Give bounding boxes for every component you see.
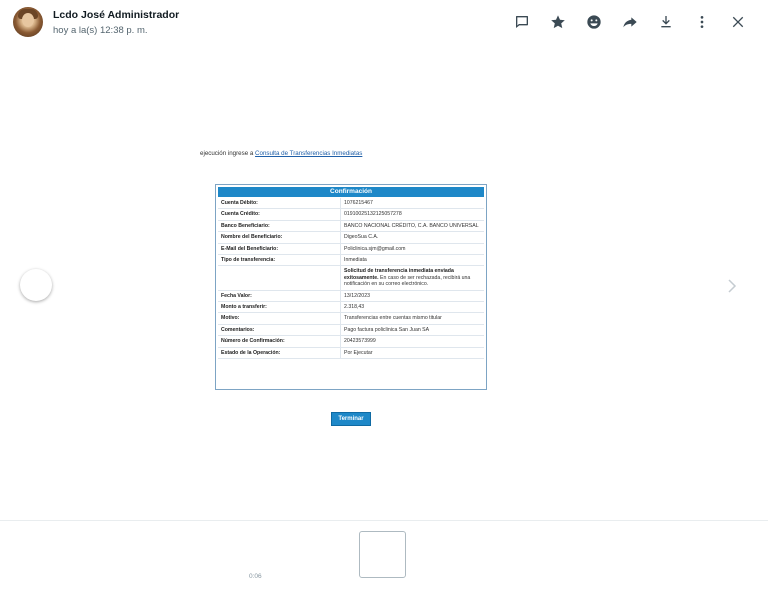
row-label: Cuenta Crédito: [218, 208, 341, 221]
row-value: Solicitud de transferencia inmediata env… [340, 265, 484, 291]
row-label: Monto a transferir: [218, 301, 341, 314]
confirmation-row: Cuenta Débito: 1076215467 [218, 198, 484, 210]
row-value: Por Ejecutar [340, 347, 484, 360]
confirmation-row: Solicitud de transferencia inmediata env… [218, 265, 484, 291]
finish-button[interactable]: Terminar [331, 412, 371, 426]
row-value: 2.318,43 [340, 301, 484, 314]
thumbnail-duration: 0:06 [249, 573, 262, 580]
avatar-face [22, 13, 34, 27]
confirmation-title: Confirmación [218, 187, 484, 197]
row-label [218, 265, 341, 291]
row-value: Inmediata [340, 254, 484, 267]
transfers-query-link[interactable]: Consulta de Transferencias Inmediatas [255, 150, 362, 157]
message-timestamp: hoy a la(s) 12:38 p. m. [53, 25, 148, 36]
media-viewer-header: Lcdo José Administrador hoy a la(s) 12:3… [0, 0, 768, 46]
close-icon [732, 16, 744, 28]
row-value: 20423573999 [340, 335, 484, 348]
row-label: Cuenta Débito: [218, 198, 341, 210]
row-value: DigeoSua C.A. [340, 231, 484, 244]
download-icon [661, 16, 671, 28]
confirmation-row: Fecha Valor: 13/12/2023 [218, 290, 484, 303]
row-value: 01910025132125057278 [340, 208, 484, 221]
confirmation-row: Nombre del Beneficiario: DigeoSua C.A. [218, 231, 484, 244]
chevron-right-icon [728, 279, 737, 293]
confirmation-row: Tipo de transferencia: Inmediata [218, 254, 484, 267]
confirmation-row: Cuenta Crédito: 01910025132125057278 [218, 208, 484, 221]
media-toolbar [504, 10, 756, 34]
more-icon [700, 16, 704, 28]
shared-image-document: ejecución ingrese a Consulta de Transfer… [196, 146, 494, 436]
confirmation-row: Estado de la Operación: Por Ejecutar [218, 347, 484, 360]
star-icon [551, 15, 565, 29]
avatar[interactable] [13, 7, 43, 37]
confirmation-row: Comentarios: Pago factura policlinica San… [218, 324, 484, 337]
confirmation-table: Cuenta Débito: 1076215467 Cuenta Crédito: 0… [218, 198, 484, 360]
row-label: E-Mail del Beneficiario: [218, 243, 341, 256]
row-label: Tipo de transferencia: [218, 254, 341, 267]
row-value: BANCO NACIONAL CRÉDITO, C.A. BANCO UNIVE… [340, 220, 484, 233]
contact-name[interactable]: Lcdo José Administrador [53, 9, 179, 21]
row-value: Pago factura policlinica San Juan SA [340, 324, 484, 337]
react-button[interactable] [576, 10, 612, 34]
previous-media-button[interactable] [20, 269, 52, 301]
next-media-button[interactable] [724, 276, 740, 296]
row-label: Comentarios: [218, 324, 341, 337]
row-label: Estado de la Operación: [218, 347, 341, 360]
confirmation-panel: Confirmación Cuenta Débito: 1076215467 Cue… [215, 184, 487, 390]
confirmation-row: E-Mail del Beneficiario: Policlinica.sjm@… [218, 243, 484, 256]
row-label: Motivo: [218, 312, 341, 325]
confirmation-row: Monto a transferir: 2.318,43 [218, 301, 484, 314]
forward-icon [623, 17, 637, 28]
download-button[interactable] [648, 10, 684, 34]
footer-divider [0, 520, 768, 521]
intro-text: ejecución ingrese a Consulta de Transfer… [200, 150, 362, 157]
forward-button[interactable] [612, 10, 648, 34]
intro-prefix: ejecución ingrese a [200, 150, 256, 157]
row-label: Nombre del Beneficiario: [218, 231, 341, 244]
media-thumbnail[interactable] [359, 531, 406, 578]
star-button[interactable] [540, 10, 576, 34]
row-label: Fecha Valor: [218, 290, 341, 303]
confirmation-row: Motivo: Transferencias entre cuentas mism… [218, 312, 484, 325]
row-label: Número de Confirmación: [218, 335, 341, 348]
emoji-icon [587, 15, 601, 29]
confirmation-row: Banco Beneficiario: BANCO NACIONAL CRÉDIT… [218, 220, 484, 233]
reply-button[interactable] [504, 10, 540, 34]
more-options-button[interactable] [684, 10, 720, 34]
confirmation-row: Número de Confirmación: 20423573999 [218, 335, 484, 348]
row-value: 13/12/2023 [340, 290, 484, 303]
row-value: 1076215467 [340, 198, 484, 210]
row-value: Policlinica.sjm@gmail.com [340, 243, 484, 256]
row-value: Transferencias entre cuentas mismo titul… [340, 312, 484, 325]
close-button[interactable] [720, 10, 756, 34]
row-label: Banco Beneficiario: [218, 220, 341, 233]
reply-icon [516, 16, 528, 28]
